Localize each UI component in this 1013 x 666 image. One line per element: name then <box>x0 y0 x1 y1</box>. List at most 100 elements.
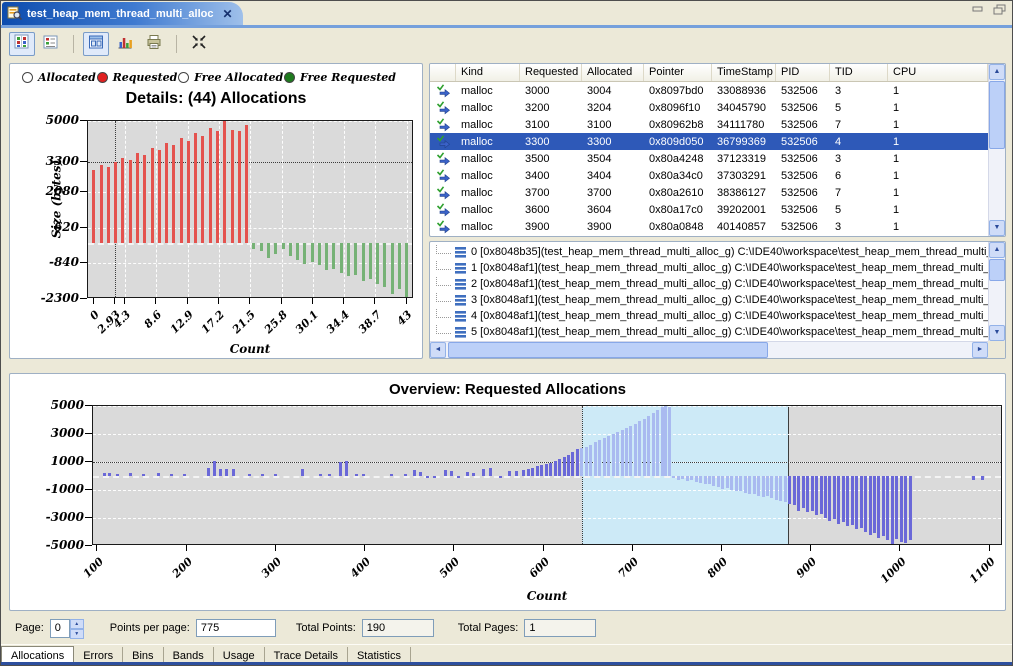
column-header-CPU[interactable]: CPU <box>888 64 988 81</box>
scroll-thumb[interactable] <box>989 81 1005 149</box>
backtrace-row[interactable]: 4 [0x8048af1](test_heap_mem_thread_multi… <box>430 308 988 324</box>
bar <box>245 125 248 243</box>
scroll-up-icon[interactable]: ▲ <box>989 64 1005 80</box>
print-button[interactable] <box>141 32 167 56</box>
grid-view-button[interactable] <box>9 32 35 56</box>
legend-item-allocated[interactable]: Allocated <box>22 71 96 84</box>
bar <box>869 476 872 535</box>
backtrace-horizontal-scrollbar[interactable]: ◄ ► <box>430 341 988 358</box>
details-chart[interactable]: Size (bytes) Count 500033002080620-840-2… <box>87 120 413 298</box>
column-header-PID[interactable]: PID <box>776 64 830 81</box>
x-tick-label: 200 <box>169 555 194 580</box>
table-cell: malloc <box>456 187 520 199</box>
minimize-icon[interactable] <box>972 4 985 16</box>
bar <box>797 476 800 511</box>
legend-label: Allocated <box>38 71 96 84</box>
column-header-Kind[interactable]: Kind <box>456 64 520 81</box>
bar <box>567 455 570 476</box>
legend-radio-icon[interactable] <box>284 72 295 83</box>
table-row[interactable]: malloc330033000x809d0503679936953250641 <box>430 133 1005 150</box>
overview-plot-area[interactable] <box>92 405 1002 545</box>
bar <box>540 465 543 476</box>
backtrace-vertical-scrollbar[interactable]: ▲ ▼ <box>988 242 1005 341</box>
x-tick <box>543 545 544 551</box>
legend-radio-icon[interactable] <box>178 72 189 83</box>
table-row[interactable]: malloc390039000x80a08484014085753250631 <box>430 218 1005 235</box>
table-row[interactable]: malloc310031000x80962b83411178053250671 <box>430 116 1005 133</box>
table-row[interactable]: malloc370037000x80a26103838612753250671 <box>430 184 1005 201</box>
chart-view-button[interactable] <box>112 32 138 56</box>
total-points-value <box>362 619 434 637</box>
backtrace-row[interactable]: 0 [0x8048b35](test_heap_mem_thread_multi… <box>430 244 988 260</box>
table-cell: 0x809d050 <box>644 136 712 148</box>
bar <box>391 243 394 294</box>
scroll-down-icon[interactable]: ▼ <box>989 325 1005 341</box>
table-cell: 532506 <box>776 187 830 199</box>
legend-item-free-requested[interactable]: Free Requested <box>284 71 396 84</box>
column-header-Pointer[interactable]: Pointer <box>644 64 712 81</box>
x-tick <box>721 545 722 551</box>
memory-analysis-window: test_heap_mem_thread_multi_alloc ✕ <box>0 0 1013 666</box>
legend-item-free-allocated[interactable]: Free Allocated <box>178 71 283 84</box>
table-cell: malloc <box>456 102 520 114</box>
details-plot-area[interactable] <box>87 120 413 298</box>
bar <box>319 474 322 476</box>
scroll-right-icon[interactable]: ► <box>972 342 988 358</box>
table-cell: 532506 <box>776 119 830 131</box>
legend-radio-icon[interactable] <box>22 72 33 83</box>
scroll-down-icon[interactable]: ▼ <box>989 220 1005 236</box>
backtrace-row[interactable]: 5 [0x8048af1](test_heap_mem_thread_multi… <box>430 324 988 340</box>
page-value[interactable]: 0 <box>50 619 70 638</box>
bar <box>571 452 574 476</box>
bar <box>340 243 343 273</box>
table-cell: 3700 <box>520 187 582 199</box>
spinner-up-icon[interactable]: ▲ <box>70 619 84 629</box>
y-tick <box>85 405 92 406</box>
column-header-Allocated[interactable]: Allocated <box>582 64 644 81</box>
scroll-up-icon[interactable]: ▲ <box>989 242 1005 258</box>
column-header-TID[interactable]: TID <box>830 64 888 81</box>
x-tick <box>364 545 365 551</box>
table-vertical-scrollbar[interactable]: ▲ ▼ <box>988 64 1005 236</box>
bar <box>607 436 610 476</box>
legend-label: Requested <box>113 71 178 84</box>
backtrace-row[interactable]: 2 [0x8048af1](test_heap_mem_thread_multi… <box>430 276 988 292</box>
restore-icon[interactable] <box>993 4 1006 16</box>
table-cell: 3004 <box>582 85 644 97</box>
bar <box>219 469 222 476</box>
table-row[interactable]: malloc360036040x80a17c03920200153250651 <box>430 201 1005 218</box>
scroll-thumb[interactable] <box>989 259 1005 281</box>
table-row[interactable]: malloc340034040x80a34c03730329153250661 <box>430 167 1005 184</box>
fit-to-window-button[interactable] <box>186 32 212 56</box>
table-row[interactable]: malloc300030040x8097bd03308893653250631 <box>430 82 1005 99</box>
selection-right-edge[interactable] <box>788 406 789 544</box>
column-header-Requested[interactable]: Requested <box>520 64 582 81</box>
overview-chart[interactable]: Count 500030001000-1000-3000-50001002003… <box>92 405 1002 545</box>
column-header-icon[interactable] <box>430 64 456 81</box>
table-row[interactable]: malloc350035040x80a42483712331953250631 <box>430 150 1005 167</box>
table-row[interactable]: malloc320032040x8096f103404579053250651 <box>430 99 1005 116</box>
x-tick <box>374 298 375 304</box>
backtrace-row[interactable]: 1 [0x8048af1](test_heap_mem_thread_multi… <box>430 260 988 276</box>
scroll-left-icon[interactable]: ◄ <box>430 342 446 358</box>
table-cell: 1 <box>888 170 988 182</box>
view-tab[interactable]: test_heap_mem_thread_multi_alloc ✕ <box>2 2 243 25</box>
column-header-TimeStamp[interactable]: TimeStamp <box>712 64 776 81</box>
list-view-button[interactable] <box>38 32 64 56</box>
table-cell: 1 <box>888 221 988 233</box>
x-tick-label: 1100 <box>967 555 998 586</box>
points-per-page-input[interactable] <box>196 619 276 637</box>
spinner-down-icon[interactable]: ▼ <box>70 629 84 639</box>
scroll-thumb[interactable] <box>448 342 768 358</box>
table-cell: 3700 <box>582 187 644 199</box>
bar <box>404 474 407 476</box>
backtrace-row[interactable]: 3 [0x8048af1](test_heap_mem_thread_multi… <box>430 292 988 308</box>
page-spinner[interactable]: 0 ▲ ▼ <box>50 619 84 638</box>
bar <box>116 474 119 476</box>
bar <box>717 476 720 487</box>
close-icon[interactable]: ✕ <box>222 7 232 21</box>
bar <box>345 461 348 476</box>
legend-item-requested[interactable]: Requested <box>97 71 178 84</box>
editor-layout-button[interactable] <box>83 32 109 56</box>
legend-radio-icon[interactable] <box>97 72 108 83</box>
